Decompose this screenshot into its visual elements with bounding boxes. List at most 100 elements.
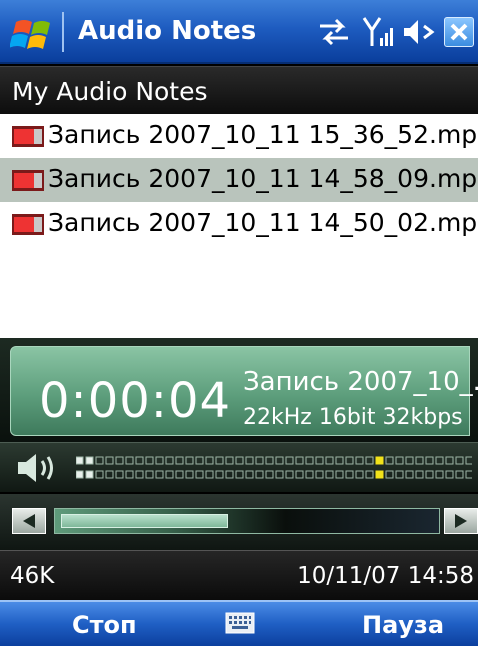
meter-cell: [175, 456, 184, 465]
seek-area: [0, 494, 478, 550]
volume-level-meter[interactable]: [76, 455, 472, 481]
file-name: Запись 2007_10_11 14_50_02.mp3: [48, 208, 478, 237]
pause-softkey[interactable]: Пауза: [362, 611, 444, 639]
meter-cell: [275, 456, 284, 465]
meter-cell: [385, 470, 394, 479]
meter-cell: [465, 456, 472, 465]
meter-cell: [295, 470, 304, 479]
meter-cell: [465, 470, 472, 479]
meter-cell: [235, 470, 244, 479]
meter-cell: [365, 456, 374, 465]
close-button[interactable]: [444, 17, 474, 47]
meter-cell: [355, 456, 364, 465]
meter-cell: [455, 470, 464, 479]
meter-cell: [445, 456, 454, 465]
recording-timestamp: 10/11/07 14:58: [297, 563, 474, 589]
title-bar: Audio Notes: [0, 0, 478, 64]
meter-cell: [115, 470, 124, 479]
title-separator: [62, 12, 64, 52]
meter-cell: [76, 456, 84, 465]
meter-cell: [345, 470, 354, 479]
meter-cell: [175, 470, 184, 479]
seek-forward-button[interactable]: [444, 508, 478, 534]
meter-cell: [415, 470, 424, 479]
meter-cell: [395, 456, 404, 465]
status-bar: 46K 10/11/07 14:58: [0, 550, 478, 600]
meter-cell: [95, 456, 104, 465]
meter-cell: [135, 470, 144, 479]
stop-softkey[interactable]: Стоп: [72, 611, 137, 639]
meter-cell: [225, 470, 234, 479]
meter-cell: [425, 456, 434, 465]
audio-format-info: 22kHz 16bit 32kbps: [243, 405, 463, 430]
meter-cell: [325, 456, 334, 465]
meter-cell: [255, 456, 264, 465]
volume-bar: [0, 442, 478, 492]
meter-cell: [305, 470, 314, 479]
file-size: 46K: [10, 563, 55, 589]
keyboard-icon[interactable]: [225, 610, 255, 636]
meter-cell: [345, 456, 354, 465]
meter-cell: [315, 470, 324, 479]
audio-file-icon: [12, 214, 44, 235]
list-item[interactable]: Запись 2007_10_11 14_50_02.mp3: [0, 202, 478, 246]
file-name: Запись 2007_10_11 15_36_52.mp3: [48, 120, 478, 149]
meter-cell: [445, 470, 454, 479]
meter-cell: [245, 456, 254, 465]
seek-back-button[interactable]: [12, 508, 46, 534]
signal-strength-icon[interactable]: [362, 16, 396, 48]
meter-cell: [115, 456, 124, 465]
meter-cell: [145, 470, 154, 479]
meter-cell: [195, 456, 204, 465]
meter-cell: [425, 470, 434, 479]
player-display: 0:00:04 Запись 2007_10_... 22kHz 16bit 3…: [10, 346, 478, 436]
audio-file-icon: [12, 170, 44, 191]
seek-slider[interactable]: [54, 508, 440, 534]
meter-cell: [145, 456, 154, 465]
list-item[interactable]: Запись 2007_10_11 15_36_52.mp3: [0, 114, 478, 158]
softkey-bar: Стоп Пауза: [0, 600, 478, 646]
meter-cell: [85, 456, 94, 465]
meter-cell: [76, 470, 84, 479]
connectivity-icon[interactable]: [316, 16, 352, 48]
meter-cell: [135, 456, 144, 465]
meter-cell: [215, 456, 224, 465]
meter-cell: [275, 470, 284, 479]
meter-cell: [265, 470, 274, 479]
meter-cell: [285, 470, 294, 479]
meter-cell: [285, 456, 294, 465]
list-item-selected[interactable]: Запись 2007_10_11 14_58_09.mp3: [0, 158, 478, 202]
meter-cell: [105, 456, 114, 465]
meter-cell: [405, 470, 414, 479]
meter-cell: [295, 456, 304, 465]
meter-cell: [155, 456, 164, 465]
meter-cell: [405, 456, 414, 465]
speaker-muted-icon[interactable]: [402, 16, 436, 48]
meter-cell: [375, 470, 384, 479]
seek-progress: [61, 514, 228, 528]
audio-file-icon: [12, 126, 44, 147]
meter-cell: [205, 456, 214, 465]
meter-cell: [365, 470, 374, 479]
meter-cell: [105, 470, 114, 479]
meter-cell: [125, 470, 134, 479]
speaker-icon[interactable]: [14, 451, 64, 485]
meter-cell: [355, 470, 364, 479]
player-panel: 0:00:04 Запись 2007_10_... 22kHz 16bit 3…: [0, 338, 478, 442]
file-name: Запись 2007_10_11 14_58_09.mp3: [48, 164, 478, 193]
meter-cell: [435, 456, 444, 465]
file-list[interactable]: Запись 2007_10_11 15_36_52.mp3 Запись 20…: [0, 114, 478, 338]
meter-cell: [125, 456, 134, 465]
folder-header[interactable]: My Audio Notes: [0, 66, 478, 114]
meter-cell: [265, 456, 274, 465]
meter-cell: [455, 456, 464, 465]
meter-cell: [415, 456, 424, 465]
now-playing-title: Запись 2007_10_...: [243, 367, 478, 397]
meter-cell: [165, 470, 174, 479]
meter-cell: [225, 456, 234, 465]
meter-cell: [205, 470, 214, 479]
windows-start-icon[interactable]: [10, 14, 56, 54]
app-title: Audio Notes: [78, 16, 257, 46]
meter-cell: [435, 470, 444, 479]
arrow-right-icon: [455, 514, 467, 528]
